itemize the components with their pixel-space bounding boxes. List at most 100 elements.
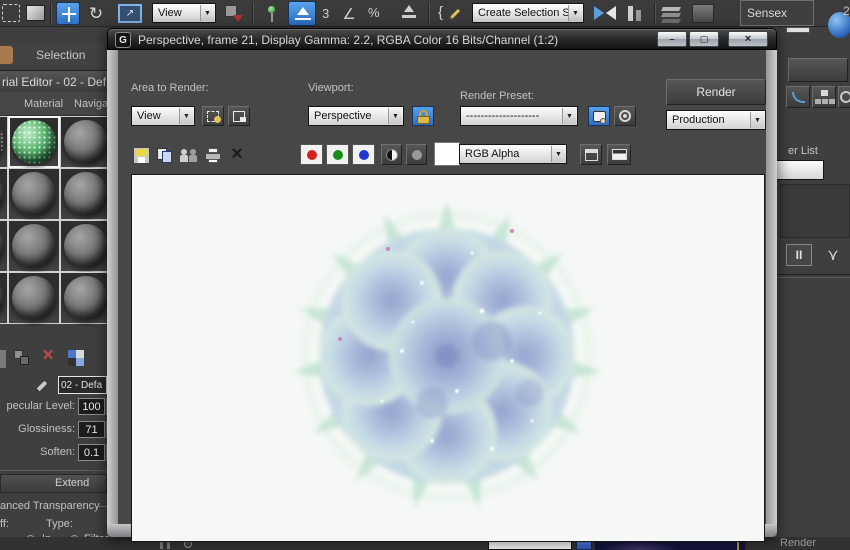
material-slot[interactable] (0, 272, 8, 324)
lock-icon-body (417, 116, 430, 124)
lock-viewport-button[interactable] (412, 106, 434, 126)
material-editor-titlebar[interactable]: rial Editor - 02 - Def (0, 70, 107, 92)
render-mode-dropdown[interactable]: Production ▼ (666, 110, 766, 130)
schematic-view-icon[interactable] (812, 86, 836, 108)
rotate-tool-icon[interactable]: ↻ (84, 2, 108, 25)
pick-material-eyedropper-icon[interactable] (32, 378, 50, 396)
material-slot[interactable] (60, 272, 112, 324)
area-to-render-dropdown[interactable]: View ▼ (131, 106, 195, 126)
green-channel-button[interactable] (326, 144, 349, 165)
red-channel-button[interactable] (300, 144, 323, 165)
scale-tool-icon[interactable]: ↗ (118, 4, 142, 23)
environment-button[interactable] (614, 106, 636, 126)
material-slot[interactable] (8, 272, 60, 324)
window-logo-icon: G (115, 32, 131, 48)
save-image-icon[interactable] (133, 147, 150, 164)
viewport-label: Viewport: (308, 82, 354, 94)
tooltip: Sensex (740, 0, 814, 26)
clone-window-icon[interactable] (179, 147, 199, 164)
render-preset-dropdown[interactable]: -------------------- ▼ (460, 106, 578, 126)
rendered-image-area[interactable] (131, 174, 765, 542)
layer-manager-icon[interactable] (660, 4, 684, 24)
angle-snap-icon[interactable]: ∠ (338, 3, 360, 24)
selection-tab[interactable]: Selection (36, 48, 85, 62)
close-button[interactable]: × (728, 31, 768, 47)
param-value-specular[interactable]: 100 (78, 398, 105, 415)
assign-material-icon[interactable] (12, 348, 34, 368)
edit-named-selections-icon[interactable]: { (436, 2, 466, 25)
material-slot[interactable] (60, 116, 112, 168)
param-value-glossiness[interactable]: 71 (78, 421, 105, 438)
chevron-down-icon: ▼ (388, 108, 402, 124)
print-image-icon[interactable] (204, 147, 222, 164)
select-manipulate-icon[interactable] (258, 3, 282, 24)
channel-display-dropdown[interactable]: RGB Alpha ▼ (459, 144, 567, 164)
material-sphere (64, 172, 108, 216)
material-sphere (0, 172, 4, 216)
left-panel: Selection rial Editor - 02 - Def Materia… (0, 27, 116, 550)
modifier-stack-panel[interactable] (780, 184, 850, 238)
material-slot-selected[interactable] (8, 116, 60, 168)
move-tool-icon[interactable] (56, 2, 80, 25)
rect-select-region-icon[interactable] (2, 4, 20, 22)
store-image-button[interactable] (580, 144, 602, 165)
curve-editor-icon[interactable] (786, 86, 810, 108)
spinner-snap-icon[interactable] (398, 3, 420, 24)
falloff-label: ff: (0, 518, 9, 530)
material-slot[interactable] (0, 220, 8, 272)
show-end-result-icon[interactable]: ⋎ (820, 244, 846, 266)
param-label: Glossiness: (18, 423, 75, 435)
area-to-render-label: Area to Render: (131, 82, 209, 94)
align-icon[interactable] (624, 3, 648, 24)
material-slot[interactable] (0, 168, 8, 220)
render-preset-label: Render Preset: (460, 90, 534, 102)
menu-material[interactable]: Material (24, 98, 63, 110)
screen: ↻ ↗ View ▼ 3 ∠ % {Create Selection Se ▼… (0, 0, 850, 550)
ribbon-tab-marker[interactable] (0, 46, 13, 64)
material-sphere (0, 276, 4, 320)
named-selection-set-dropdown[interactable]: Create Selection Se ▼ (472, 3, 584, 23)
right-panel: er List II ⋎ (762, 27, 850, 550)
percent-snap-icon[interactable]: % (368, 5, 380, 20)
select-object-icon[interactable] (26, 5, 45, 21)
graphite-tools-icon[interactable] (692, 4, 714, 23)
mirror-icon[interactable] (592, 3, 618, 24)
pin-stack-button[interactable]: II (786, 244, 812, 266)
divider (777, 274, 850, 275)
menu-navigation[interactable]: Navigat (74, 98, 111, 110)
snaps-toggle-icon[interactable] (288, 1, 316, 26)
param-value-soften[interactable]: 0.1 (78, 444, 105, 461)
material-sphere (0, 120, 4, 164)
material-slot[interactable] (8, 220, 60, 272)
maximize-button[interactable]: ▢ (689, 31, 719, 47)
clear-image-icon[interactable]: × (228, 143, 246, 165)
edit-region-button[interactable] (202, 106, 224, 126)
material-slot[interactable] (60, 220, 112, 272)
minimize-button[interactable]: – (657, 31, 687, 47)
clear-color-swatch[interactable] (434, 142, 460, 166)
material-slot[interactable] (60, 168, 112, 220)
group-line (99, 506, 107, 507)
render-setup-button[interactable] (588, 106, 610, 126)
delete-material-icon[interactable]: × (38, 345, 58, 367)
fullscreen-toggle-button[interactable] (607, 144, 631, 165)
auto-region-button[interactable] (228, 106, 250, 126)
render-globals-icon[interactable] (838, 86, 850, 108)
blue-channel-button[interactable] (352, 144, 375, 165)
viewport-dropdown[interactable]: Perspective ▼ (308, 106, 404, 126)
copy-image-icon[interactable] (156, 147, 174, 164)
use-pivot-center-icon[interactable] (222, 3, 246, 24)
rollout-extended-parameters[interactable]: Extend (0, 474, 107, 493)
alpha-channel-button[interactable] (381, 144, 402, 165)
monochrome-button[interactable] (406, 144, 427, 165)
material-slot[interactable] (0, 116, 8, 168)
window-titlebar[interactable]: G Perspective, frame 21, Display Gamma: … (107, 28, 777, 50)
reference-coordinate-dropdown[interactable]: View ▼ (152, 3, 216, 23)
render-button[interactable]: Render (666, 79, 766, 105)
material-navigator-icon[interactable] (66, 348, 88, 368)
make-material-copy-icon[interactable] (0, 350, 6, 368)
background-button[interactable] (788, 58, 848, 82)
snap-3d-label[interactable]: 3 (322, 6, 329, 21)
material-name-field[interactable]: 02 - Defa (58, 376, 107, 394)
material-slot[interactable] (8, 168, 60, 220)
